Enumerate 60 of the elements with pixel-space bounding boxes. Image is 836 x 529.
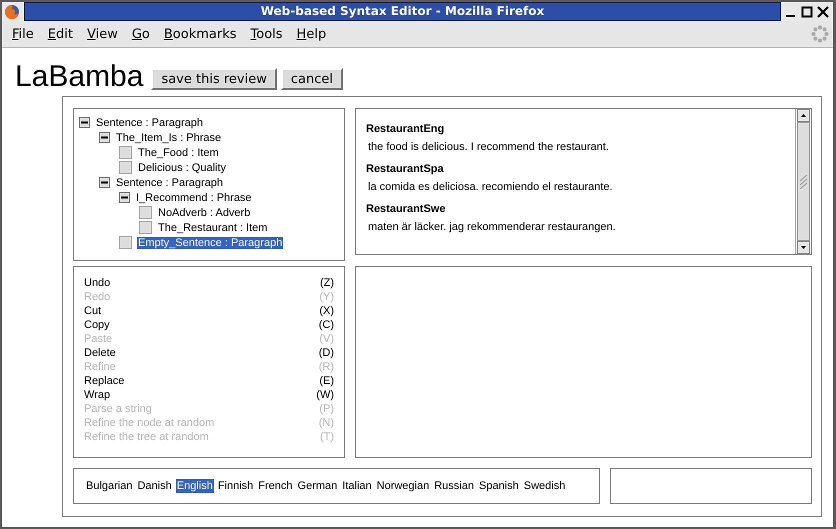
collapse-icon[interactable] <box>119 192 130 203</box>
linearization-text: maten är läcker. jag rekommenderar restaurangen. <box>368 221 617 233</box>
language-option[interactable]: Bulgarian <box>85 479 134 493</box>
linearization-text: la comida es deliciosa. recomiendo el restaurante. <box>368 181 614 193</box>
leaf-icon <box>139 206 152 219</box>
globe-icon <box>4 4 20 20</box>
menu-item[interactable]: Go <box>132 26 150 42</box>
language-option[interactable]: Danish <box>136 479 173 493</box>
language-option[interactable]: Russian <box>433 479 475 493</box>
command-item[interactable]: Undo (Z) <box>84 277 334 291</box>
tree-node[interactable]: I_Recommend : Phrase <box>135 192 253 204</box>
throbber-icon <box>811 25 829 43</box>
language-option[interactable]: Finnish <box>216 479 254 493</box>
language-heading: RestaurantEng <box>366 123 446 135</box>
scrollbar[interactable] <box>795 109 811 254</box>
tree-node[interactable]: The_Item_Is : Phrase <box>115 132 222 144</box>
command-item[interactable]: Delete (D) <box>84 347 334 361</box>
page-button[interactable]: cancel <box>280 68 343 90</box>
tree-node[interactable]: Sentence : Paragraph <box>115 176 224 188</box>
leaf-icon <box>119 146 132 159</box>
scroll-up-icon[interactable] <box>797 109 810 122</box>
page-button[interactable]: save this review <box>151 68 277 90</box>
language-option[interactable]: German <box>296 479 338 493</box>
tree-node[interactable]: The_Food : Item <box>137 146 220 158</box>
leaf-icon <box>119 161 132 174</box>
linearization-text: the food is delicious. I recommend the restaurant. <box>368 141 610 153</box>
page-title: LaBamba <box>15 60 144 94</box>
language-option[interactable]: Norwegian <box>376 479 430 493</box>
tree-node[interactable]: The_Restaurant : Item <box>157 222 268 234</box>
collapse-icon[interactable] <box>79 117 90 128</box>
scroll-thumb[interactable] <box>797 122 810 241</box>
menu-item[interactable]: File <box>12 26 34 42</box>
collapse-icon[interactable] <box>99 132 110 143</box>
language-heading: RestaurantSwe <box>366 203 446 215</box>
menu-item[interactable]: View <box>86 26 118 42</box>
menu-item[interactable]: Edit <box>48 26 73 42</box>
language-heading: RestaurantSpa <box>366 163 445 175</box>
tree-node[interactable]: Empty_Sentence : Paragraph <box>137 236 284 248</box>
collapse-icon[interactable] <box>99 177 110 188</box>
leaf-icon <box>119 236 132 249</box>
language-option[interactable]: French <box>257 479 294 493</box>
language-option[interactable]: Spanish <box>478 479 520 493</box>
command-item[interactable]: Copy (C) <box>84 319 334 333</box>
language-option[interactable]: English <box>176 479 214 493</box>
menu-item[interactable]: Tools <box>250 26 283 42</box>
menu-item[interactable]: Bookmarks <box>164 26 237 42</box>
tree-node[interactable]: NoAdverb : Adverb <box>157 206 252 218</box>
scroll-down-icon[interactable] <box>797 241 810 254</box>
command-item[interactable]: Replace (E) <box>84 375 334 389</box>
close-icon[interactable] <box>817 6 829 18</box>
command-item[interactable]: Wrap (W) <box>84 389 334 403</box>
command-item[interactable]: Cut (X) <box>84 305 334 319</box>
language-option[interactable]: Italian <box>341 479 373 493</box>
menu-item[interactable]: Help <box>296 26 326 42</box>
window-title: Web-based Syntax Editor - Mozilla Firefox <box>24 2 781 21</box>
maximize-icon[interactable] <box>801 6 813 18</box>
tree-node[interactable]: Sentence : Paragraph <box>95 116 204 128</box>
leaf-icon <box>139 221 152 234</box>
language-option[interactable]: Swedish <box>522 479 566 493</box>
tree-node[interactable]: Delicious : Quality <box>137 162 228 174</box>
